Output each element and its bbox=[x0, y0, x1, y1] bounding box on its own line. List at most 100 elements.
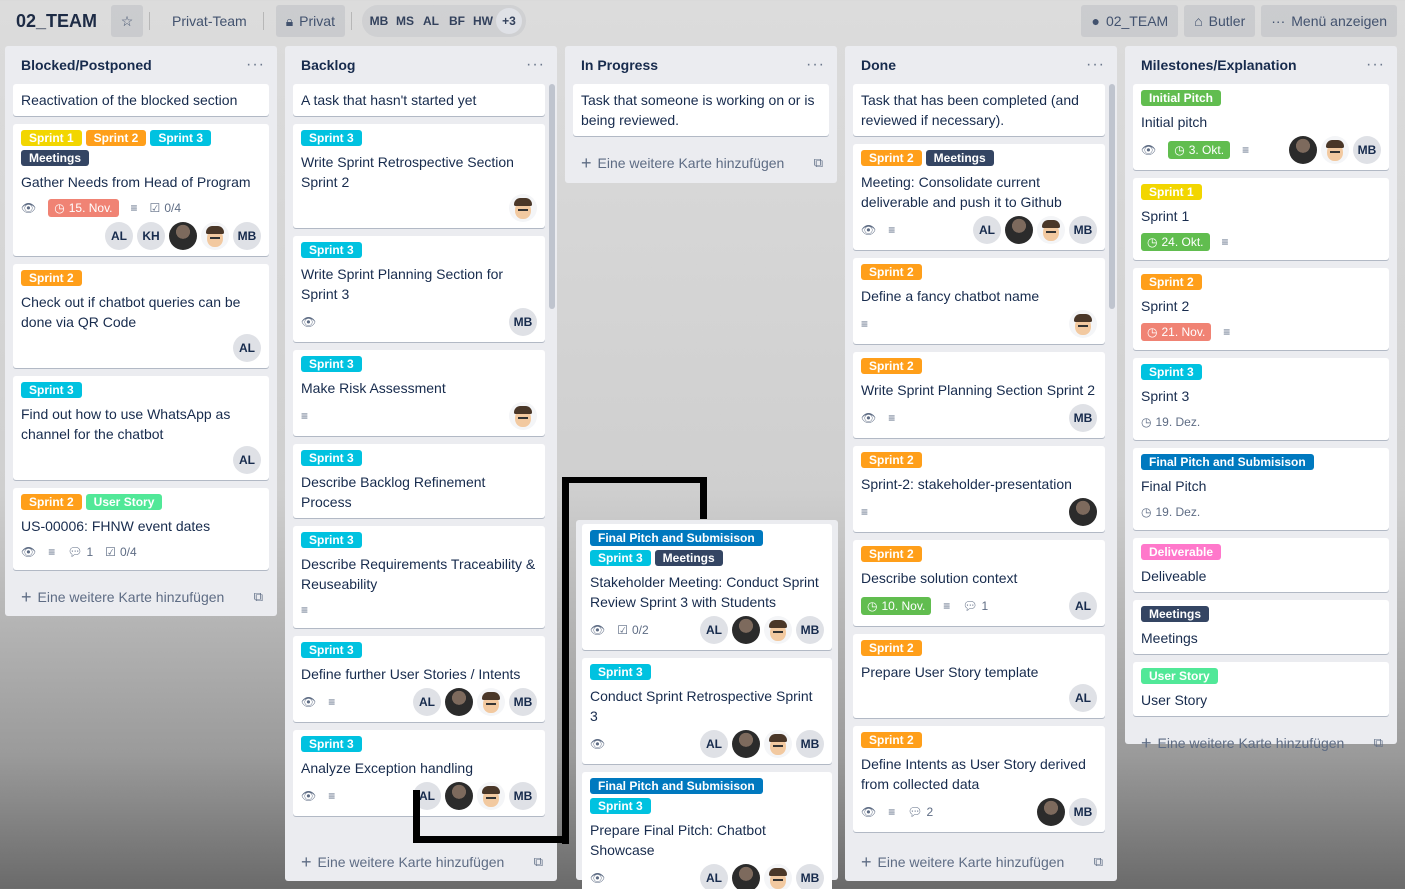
card-label[interactable]: Meetings bbox=[925, 150, 994, 166]
template-icon[interactable]: ⧉ bbox=[1374, 735, 1383, 751]
card[interactable]: Sprint 1 Sprint 2 Sprint 3 Meetings Gather N… bbox=[13, 124, 269, 256]
member-photo-avatar[interactable] bbox=[1037, 798, 1065, 826]
member-emoji-avatar[interactable] bbox=[1037, 216, 1065, 244]
list-scrollbar[interactable] bbox=[1109, 84, 1115, 309]
card-label[interactable]: Deliverable bbox=[1141, 544, 1222, 560]
member-avatar[interactable]: MB bbox=[509, 688, 537, 716]
due-date-badge[interactable]: ◷ 3. Okt. bbox=[1168, 141, 1231, 159]
due-date-badge[interactable]: ◷ 24. Okt. bbox=[1141, 233, 1210, 251]
due-date-badge[interactable]: ◷ 19. Dez. bbox=[1141, 413, 1206, 431]
member-avatar[interactable]: BF bbox=[444, 8, 470, 34]
card[interactable]: Deliverable Deliveable bbox=[1133, 538, 1389, 592]
card[interactable]: Task that someone is working on or is be… bbox=[573, 84, 829, 136]
add-card-button[interactable]: + Eine weitere Karte hinzufügen ⧉ bbox=[565, 144, 837, 182]
card-label[interactable]: Sprint 3 bbox=[301, 736, 362, 752]
member-avatar[interactable]: AL bbox=[700, 730, 728, 758]
member-photo-avatar[interactable] bbox=[169, 222, 197, 250]
butler-button[interactable]: ⌂ Butler bbox=[1184, 5, 1256, 37]
card[interactable]: Sprint 1 Sprint 1 ◷ 24. Okt. ≡ bbox=[1133, 178, 1389, 260]
list-menu-icon[interactable]: ··· bbox=[1366, 56, 1385, 74]
member-emoji-avatar[interactable] bbox=[201, 222, 229, 250]
card[interactable]: Sprint 2 Check out if chatbot queries can… bbox=[13, 264, 269, 368]
member-avatar[interactable]: MB bbox=[1069, 798, 1097, 826]
card-label[interactable]: Sprint 2 bbox=[861, 150, 922, 166]
list-menu-icon[interactable]: ··· bbox=[806, 56, 825, 74]
list-title[interactable]: Blocked/Postponed bbox=[21, 57, 152, 73]
member-avatar[interactable]: MB bbox=[1069, 216, 1097, 244]
card-label[interactable]: Sprint 2 bbox=[1141, 274, 1202, 290]
member-avatar[interactable]: MB bbox=[1353, 136, 1381, 164]
member-avatar[interactable]: AL bbox=[233, 446, 261, 474]
card[interactable]: Sprint 3 Find out how to use WhatsApp as … bbox=[13, 376, 269, 480]
card-label[interactable]: Sprint 3 bbox=[590, 664, 651, 680]
member-emoji-avatar[interactable] bbox=[509, 194, 537, 222]
member-avatar[interactable]: MB bbox=[233, 222, 261, 250]
card[interactable]: Sprint 2 Describe solution context ◷ 10. No… bbox=[853, 540, 1105, 626]
member-photo-avatar[interactable] bbox=[1289, 136, 1317, 164]
member-photo-avatar[interactable] bbox=[1069, 498, 1097, 526]
card-label[interactable]: Meetings bbox=[21, 150, 90, 166]
member-emoji-avatar[interactable] bbox=[764, 730, 792, 758]
member-photo-avatar[interactable] bbox=[445, 688, 473, 716]
card-label[interactable]: Sprint 2 bbox=[861, 546, 922, 562]
visibility-button[interactable]: 🔒︎ Privat bbox=[275, 5, 345, 37]
card[interactable]: Sprint 2 User Story US-00006: FHNW event d… bbox=[13, 488, 269, 570]
team-button[interactable]: Privat-Team bbox=[162, 5, 257, 37]
member-avatar[interactable]: AL bbox=[700, 616, 728, 644]
card-label[interactable]: Sprint 3 bbox=[301, 642, 362, 658]
card-label[interactable]: Sprint 2 bbox=[21, 494, 82, 510]
member-avatar[interactable]: AL bbox=[1069, 592, 1097, 620]
card[interactable]: Initial Pitch Initial pitch 👁︎ ◷ 3. Okt. ≡ MB bbox=[1133, 84, 1389, 170]
card-label[interactable]: Sprint 3 bbox=[301, 356, 362, 372]
member-photo-avatar[interactable] bbox=[732, 730, 760, 758]
member-avatar[interactable]: MB bbox=[796, 616, 824, 644]
template-icon[interactable]: ⧉ bbox=[814, 155, 823, 171]
card[interactable]: Final Pitch and Submisison Sprint 3 Prepar… bbox=[582, 772, 832, 889]
template-icon[interactable]: ⧉ bbox=[254, 589, 263, 605]
card-label[interactable]: Sprint 2 bbox=[861, 732, 922, 748]
card-label[interactable]: Sprint 3 bbox=[21, 382, 82, 398]
member-avatar[interactable]: AL bbox=[973, 216, 1001, 244]
member-avatar[interactable]: MB bbox=[796, 730, 824, 758]
due-date-badge[interactable]: ◷ 15. Nov. bbox=[48, 199, 119, 217]
github-button[interactable]: ● 02_TEAM bbox=[1081, 5, 1179, 37]
list-menu-icon[interactable]: ··· bbox=[1086, 56, 1105, 74]
card[interactable]: Sprint 2 Prepare User Story template AL bbox=[853, 634, 1105, 718]
member-photo-avatar[interactable] bbox=[445, 782, 473, 810]
card[interactable]: User Story User Story bbox=[1133, 662, 1389, 716]
member-photo-avatar[interactable] bbox=[732, 616, 760, 644]
card-label[interactable]: Final Pitch and Submisison bbox=[590, 530, 763, 546]
dragged-cards[interactable]: Final Pitch and Submisison Sprint 3 Meetin… bbox=[576, 520, 838, 889]
card[interactable]: Sprint 2 Sprint-2: stakeholder-presentati… bbox=[853, 446, 1105, 532]
card-label[interactable]: Sprint 2 bbox=[85, 130, 147, 146]
card[interactable]: Sprint 2 Define a fancy chatbot name ≡ bbox=[853, 258, 1105, 344]
member-photo-avatar[interactable] bbox=[1005, 216, 1033, 244]
list-title[interactable]: Milestones/Explanation bbox=[1141, 57, 1297, 73]
card[interactable]: Sprint 3 Describe Requirements Traceabili… bbox=[293, 526, 545, 628]
show-menu-button[interactable]: ··· Menü anzeigen bbox=[1261, 5, 1397, 37]
card[interactable]: A task that hasn't started yet bbox=[293, 84, 545, 116]
card-label[interactable]: Final Pitch and Submisison bbox=[590, 778, 763, 794]
card-label[interactable]: Meetings bbox=[654, 550, 723, 566]
list-title[interactable]: Done bbox=[861, 57, 896, 73]
due-date-badge[interactable]: ◷ 10. Nov. bbox=[861, 597, 932, 615]
member-emoji-avatar[interactable] bbox=[1069, 310, 1097, 338]
card[interactable]: Reactivation of the blocked section bbox=[13, 84, 269, 116]
card-label[interactable]: Sprint 3 bbox=[301, 242, 362, 258]
member-emoji-avatar[interactable] bbox=[477, 782, 505, 810]
star-button[interactable]: ☆ bbox=[111, 5, 144, 37]
card[interactable]: Final Pitch and Submisison Final Pitch ◷ 19… bbox=[1133, 448, 1389, 530]
list-menu-icon[interactable]: ··· bbox=[246, 56, 265, 74]
card[interactable]: Sprint 2 Meetings Meeting: Consolidate cur… bbox=[853, 144, 1105, 250]
card[interactable]: Sprint 3 Define further User Stories / In… bbox=[293, 636, 545, 722]
card-label[interactable]: Sprint 3 bbox=[301, 532, 362, 548]
add-card-button[interactable]: + Eine weitere Karte hinzufügen ⧉ bbox=[5, 578, 277, 616]
card-label[interactable]: Sprint 2 bbox=[861, 452, 922, 468]
member-avatar[interactable]: AL bbox=[418, 8, 444, 34]
card[interactable]: Sprint 3 Conduct Sprint Retrospective Spr… bbox=[582, 658, 832, 764]
list-title[interactable]: In Progress bbox=[581, 57, 658, 73]
card-label[interactable]: Initial Pitch bbox=[1141, 90, 1222, 106]
member-emoji-avatar[interactable] bbox=[764, 864, 792, 889]
member-photo-avatar[interactable] bbox=[732, 864, 760, 889]
card-label[interactable]: Sprint 3 bbox=[1141, 364, 1202, 380]
